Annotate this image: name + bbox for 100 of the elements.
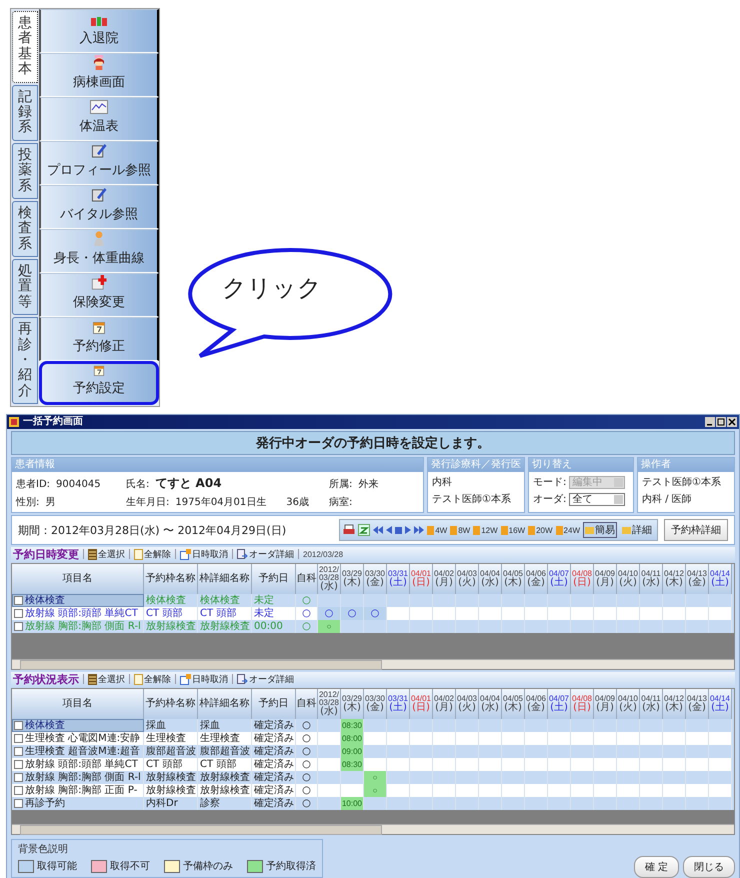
date-cell[interactable]: 08:30 (341, 758, 364, 771)
date-cell[interactable]: ○ (364, 771, 387, 784)
next-icon[interactable] (405, 526, 412, 534)
date-cell[interactable] (387, 732, 410, 745)
date-cell[interactable] (502, 784, 525, 797)
date-cell[interactable] (410, 784, 433, 797)
horizontal-scrollbar[interactable] (12, 824, 734, 834)
date-cell[interactable] (548, 607, 571, 620)
date-cell[interactable]: 08:00 (341, 732, 364, 745)
date-cell[interactable] (686, 784, 709, 797)
date-cell[interactable] (686, 607, 709, 620)
menu-button[interactable]: バイタル参照 (39, 185, 159, 229)
date-cell[interactable]: ○ (364, 784, 387, 797)
date-cell[interactable] (433, 784, 456, 797)
dialog-button[interactable]: 閉じる (683, 856, 735, 878)
dropdown[interactable]: 全て (569, 492, 626, 506)
date-cell[interactable]: 08:30 (341, 719, 364, 732)
date-cell[interactable] (594, 607, 617, 620)
view-button[interactable]: 詳細 (620, 522, 654, 538)
date-cell[interactable] (456, 732, 479, 745)
date-cell[interactable] (548, 732, 571, 745)
toolbar-button[interactable]: オーダ詳細 (237, 672, 294, 686)
checkbox[interactable] (14, 747, 23, 756)
date-cell[interactable] (410, 607, 433, 620)
date-cell[interactable] (318, 758, 341, 771)
skip-forward-icon[interactable] (414, 526, 424, 534)
date-cell[interactable] (640, 732, 663, 745)
table-cell[interactable]: 検体検査 (12, 719, 144, 732)
date-cell[interactable] (525, 784, 548, 797)
toolbar-button[interactable]: 全選択 (88, 548, 125, 560)
date-cell[interactable] (410, 732, 433, 745)
date-cell[interactable] (617, 607, 640, 620)
date-cell[interactable] (387, 758, 410, 771)
span-button[interactable]: 12W (473, 526, 498, 534)
side-tab[interactable]: 投薬系 (12, 142, 38, 199)
checkbox[interactable] (14, 760, 23, 769)
date-cell[interactable] (479, 784, 502, 797)
toolbar-button[interactable]: 日時取消 (180, 672, 228, 686)
date-cell[interactable] (663, 758, 686, 771)
date-cell[interactable] (686, 732, 709, 745)
date-cell[interactable] (640, 784, 663, 797)
date-cell[interactable] (686, 758, 709, 771)
side-tab[interactable]: 検査系 (12, 200, 38, 258)
menu-button[interactable]: 身長・体重曲線 (39, 229, 159, 273)
dialog-button[interactable]: 確 定 (634, 856, 679, 878)
date-cell[interactable] (433, 732, 456, 745)
date-cell[interactable] (571, 784, 594, 797)
date-cell[interactable] (479, 607, 502, 620)
checkbox[interactable] (14, 596, 23, 605)
date-cell[interactable] (663, 784, 686, 797)
date-cell[interactable] (525, 732, 548, 745)
checkbox[interactable] (14, 721, 23, 730)
date-cell[interactable] (456, 607, 479, 620)
date-cell[interactable] (433, 607, 456, 620)
toolbar-button[interactable]: オーダ詳細 (237, 548, 294, 560)
menu-button[interactable]: 病棟画面 (39, 53, 159, 97)
minimize-icon[interactable] (705, 417, 715, 427)
span-button[interactable]: 20W (528, 526, 553, 534)
date-cell[interactable] (318, 784, 341, 797)
maximize-icon[interactable] (716, 417, 726, 427)
date-cell[interactable] (479, 732, 502, 745)
date-cell[interactable] (594, 784, 617, 797)
date-cell[interactable] (364, 758, 387, 771)
date-cell[interactable] (709, 784, 732, 797)
checkbox[interactable] (14, 799, 23, 808)
checkbox[interactable] (14, 773, 23, 782)
date-cell[interactable] (640, 758, 663, 771)
view-button[interactable]: 簡易 (583, 522, 617, 538)
toolbar-button[interactable]: 全解除 (134, 672, 171, 686)
date-cell[interactable] (456, 784, 479, 797)
menu-button[interactable]: 予約設定 (39, 361, 159, 405)
refresh-icon[interactable] (358, 524, 370, 536)
date-cell[interactable]: ○ (364, 607, 387, 620)
menu-button[interactable]: 保険変更 (39, 273, 159, 317)
date-cell[interactable] (709, 732, 732, 745)
date-cell[interactable]: ○ (318, 607, 341, 620)
date-cell[interactable] (640, 607, 663, 620)
toolbar-button[interactable]: 全選択 (88, 672, 125, 686)
date-cell[interactable] (525, 607, 548, 620)
date-cell[interactable] (479, 758, 502, 771)
date-cell[interactable] (502, 758, 525, 771)
date-cell[interactable] (594, 758, 617, 771)
date-cell[interactable] (387, 607, 410, 620)
date-cell[interactable]: ○ (318, 620, 341, 633)
date-cell[interactable] (571, 607, 594, 620)
date-cell[interactable] (663, 607, 686, 620)
date-cell[interactable] (617, 732, 640, 745)
menu-button[interactable]: 入退院 (39, 9, 159, 53)
date-cell[interactable] (571, 732, 594, 745)
date-cell[interactable]: 10:00 (341, 797, 364, 810)
date-cell[interactable] (387, 784, 410, 797)
side-tab[interactable]: 記録系 (12, 84, 38, 141)
span-button[interactable]: 4W (427, 526, 448, 534)
date-cell[interactable] (341, 784, 364, 797)
toolbar-button[interactable]: 日時取消 (180, 548, 228, 560)
previous-icon[interactable] (386, 526, 392, 534)
date-cell[interactable] (663, 732, 686, 745)
date-cell[interactable] (617, 758, 640, 771)
menu-button[interactable]: 予約修正 (39, 317, 159, 361)
printer-icon[interactable] (343, 524, 356, 536)
